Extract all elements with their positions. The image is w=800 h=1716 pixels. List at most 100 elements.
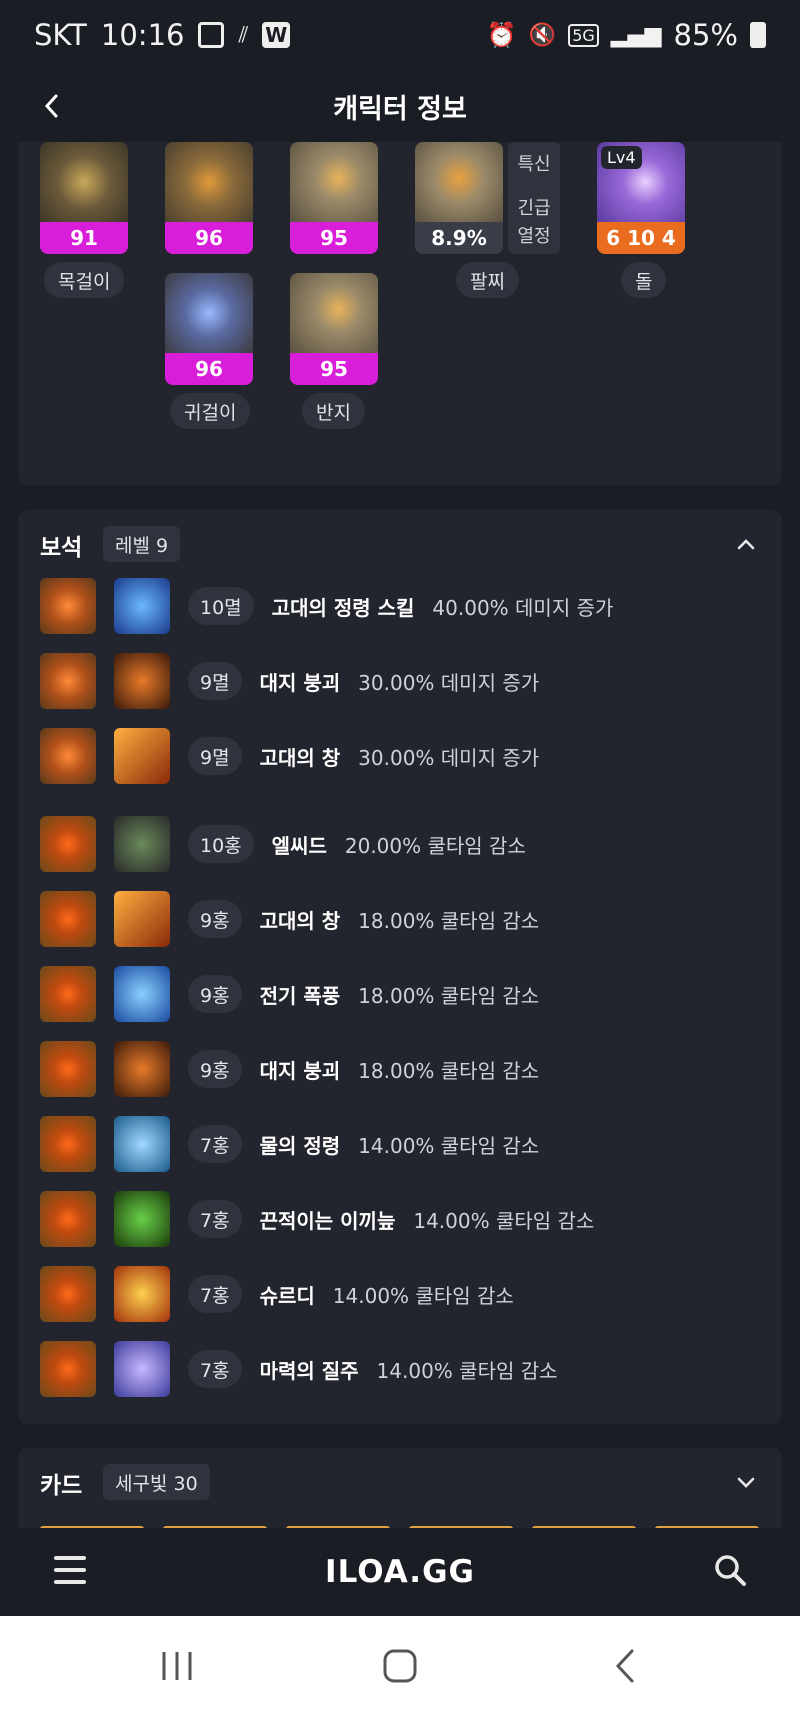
gems-level-badge: 레벨 9 — [103, 526, 181, 562]
back-nav-icon — [615, 1649, 634, 1683]
bracelet-label: 팔찌 — [456, 262, 519, 298]
gem-row[interactable]: 10멸 고대의 정령 스킬 40.00% 데미지 증가 — [40, 578, 760, 634]
quality-value: 91 — [40, 222, 128, 254]
carrier-label: SKT — [34, 18, 87, 52]
gem-row[interactable]: 9홍 전기 폭풍 18.00% 쿨타임 감소 — [40, 966, 760, 1022]
page-title: 캐릭터 정보 — [333, 93, 467, 125]
system-nav-bar — [0, 1616, 800, 1716]
annihilation-gem-icon — [40, 728, 96, 784]
gem-row[interactable]: 9홍 고대의 창 18.00% 쿨타임 감소 — [40, 891, 760, 947]
gem-level-badge: 7홍 — [188, 1200, 242, 1238]
gem-level-badge: 9멸 — [188, 662, 242, 700]
clock: 10:16 — [100, 18, 185, 52]
skill-icon — [114, 653, 170, 709]
signal-lines-icon: ⫽ — [238, 22, 249, 48]
skill-icon — [114, 966, 170, 1022]
gem-row[interactable]: 7홍 마력의 질주 14.00% 쿨타임 감소 — [40, 1341, 760, 1397]
ring-item[interactable]: 95 — [290, 142, 378, 254]
gem-row[interactable]: 7홍 끈적이는 이끼늪 14.00% 쿨타임 감소 — [40, 1191, 760, 1247]
gem-skill-name: 고대의 창 — [259, 908, 341, 933]
earring-item[interactable]: 96 — [165, 273, 253, 385]
gem-row[interactable]: 7홍 슈르디 14.00% 쿨타임 감소 — [40, 1266, 760, 1322]
gem-level-badge: 9멸 — [188, 737, 242, 775]
gem-row[interactable]: 9멸 고대의 창 30.00% 데미지 증가 — [40, 728, 760, 784]
necklace-icon — [40, 142, 128, 222]
gem-effect: 30.00% 데미지 증가 — [358, 745, 540, 770]
earring-icon — [165, 142, 253, 222]
back-button[interactable] — [30, 84, 74, 128]
crimson-flame-gem-icon — [40, 1116, 96, 1172]
stone-level: Lv4 — [601, 146, 642, 169]
mute-icon: 🔇 — [528, 22, 557, 48]
quality-value: 95 — [290, 222, 378, 254]
gems-card: 보석 레벨 9 10멸 고대의 정령 스킬 40.00% 데미지 증가 9멸 대지 붕괴… — [18, 510, 782, 1424]
hamburger-line — [54, 1580, 86, 1584]
chevron-up-icon[interactable] — [734, 532, 758, 556]
gem-skill-name: 대지 붕괴 — [259, 670, 341, 695]
chevron-down-icon[interactable] — [734, 1470, 758, 1494]
crimson-flame-gem-icon — [40, 1266, 96, 1322]
crimson-flame-gem-icon — [40, 1191, 96, 1247]
bracelet-stat: 열정 — [517, 226, 551, 247]
menu-button[interactable] — [54, 1556, 86, 1584]
skill-icon — [114, 728, 170, 784]
crimson-flame-gem-icon — [40, 1341, 96, 1397]
annihilation-gem-icon — [40, 653, 96, 709]
battery-percent: 85% — [673, 18, 738, 52]
scroll-content[interactable]: 91 목걸이 96 95 8.9% 특신 긴급 열정 팔찌 Lv4 6 10 4… — [0, 142, 800, 1528]
gem-skill-name: 고대의 정령 스킬 — [271, 595, 415, 620]
skill-icon — [114, 1116, 170, 1172]
ring-icon — [290, 142, 378, 222]
necklace-item[interactable]: 91 — [40, 142, 128, 254]
gem-level-badge: 10홍 — [188, 825, 254, 863]
bracelet-stat: 긴급 — [517, 198, 551, 219]
gem-skill-name: 마력의 질주 — [259, 1358, 359, 1383]
signal-icon: ▂▄▆ — [610, 22, 662, 48]
home-button[interactable] — [375, 1646, 425, 1686]
home-icon — [383, 1649, 417, 1683]
gem-level-badge: 7홍 — [188, 1275, 242, 1313]
quality-value: 95 — [290, 353, 378, 385]
ring-item[interactable]: 95 — [290, 273, 378, 385]
status-bar: SKT 10:16 ⫽ W ⏰ 🔇 5G ▂▄▆ 85% — [0, 0, 800, 70]
bottom-app-bar: ILOA.GG — [0, 1528, 800, 1616]
network-type: 5G — [568, 23, 599, 47]
skill-icon — [114, 1041, 170, 1097]
gem-level-badge: 9홍 — [188, 900, 242, 938]
gem-skill-name: 끈적이는 이끼늪 — [259, 1208, 396, 1233]
bracelet-value: 8.9% — [415, 222, 503, 254]
chevron-left-icon — [44, 94, 58, 118]
crimson-flame-gem-icon — [40, 1041, 96, 1097]
card-set-badge: 세구빛 30 — [103, 1464, 210, 1500]
gem-effect: 14.00% 쿨타임 감소 — [332, 1283, 514, 1308]
site-logo[interactable]: ILOA.GG — [325, 1554, 475, 1590]
gem-skill-name: 물의 정령 — [259, 1133, 341, 1158]
hamburger-line — [54, 1556, 86, 1560]
gem-level-badge: 9홍 — [188, 1050, 242, 1088]
back-nav-button[interactable] — [600, 1646, 650, 1686]
gem-skill-name: 고대의 창 — [259, 745, 341, 770]
stone-item[interactable]: Lv4 6 10 4 — [597, 142, 685, 254]
gem-skill-name: 슈르디 — [259, 1283, 315, 1308]
app-header: 캐릭터 정보 — [0, 70, 800, 142]
search-icon[interactable] — [712, 1552, 748, 1588]
gem-row[interactable]: 10홍 엘씨드 20.00% 쿨타임 감소 — [40, 816, 760, 872]
gem-row[interactable]: 9멸 대지 붕괴 30.00% 데미지 증가 — [40, 653, 760, 709]
recent-apps-button[interactable] — [152, 1646, 202, 1686]
necklace-label: 목걸이 — [44, 262, 125, 298]
bracelet-item[interactable]: 8.9% — [415, 142, 503, 254]
gem-effect: 20.00% 쿨타임 감소 — [344, 833, 526, 858]
alarm-icon: ⏰ — [486, 21, 517, 49]
skill-icon — [114, 1341, 170, 1397]
gem-skill-name: 대지 붕괴 — [259, 1058, 341, 1083]
gem-effect: 18.00% 쿨타임 감소 — [358, 983, 540, 1008]
stone-value: 6 10 4 — [597, 222, 685, 254]
gem-row[interactable]: 7홍 물의 정령 14.00% 쿨타임 감소 — [40, 1116, 760, 1172]
bracelet-stat: 특신 — [517, 154, 551, 175]
gem-row[interactable]: 9홍 대지 붕괴 18.00% 쿨타임 감소 — [40, 1041, 760, 1097]
gem-level-badge: 10멸 — [188, 587, 254, 625]
gem-skill-name: 전기 폭풍 — [259, 983, 341, 1008]
earring-item[interactable]: 96 — [165, 142, 253, 254]
crimson-flame-gem-icon — [40, 891, 96, 947]
skill-icon — [114, 891, 170, 947]
